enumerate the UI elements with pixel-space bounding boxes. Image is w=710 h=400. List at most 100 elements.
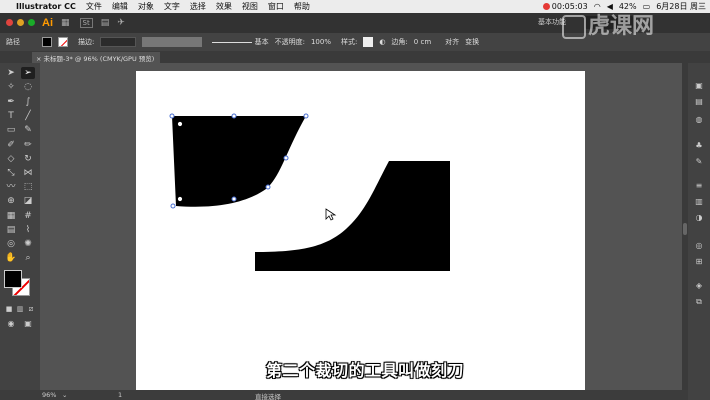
shape-top-left[interactable] (172, 116, 306, 207)
scale-icon[interactable]: ⤡ (4, 167, 18, 179)
recolor-icon[interactable]: ◐ (379, 38, 385, 46)
perspective-grid-icon[interactable]: ▦ (4, 210, 18, 222)
document-title: 未标题-3* @ 96% (CMYK/GPU 预览) (43, 55, 155, 63)
pen-tool-icon[interactable]: ✒ (4, 96, 18, 108)
stroke-label[interactable]: 描边: (78, 37, 94, 47)
direct-selection-tool-icon[interactable]: ➢ (21, 67, 35, 79)
arrange-documents-icon[interactable]: ▤ (101, 18, 110, 28)
menu-file[interactable]: 文件 (86, 1, 102, 12)
menu-select[interactable]: 选择 (190, 1, 206, 12)
fill-swatch[interactable] (42, 37, 52, 47)
eyedropper-icon[interactable]: ⌇ (21, 224, 35, 236)
type-tool-icon[interactable]: T (4, 110, 18, 122)
panel-dock: ▣ ▤ ◍ ♣ ✎ ≡ ▥ ◑ ◎ ⊞ ◈ ⧉ (688, 63, 710, 400)
hand-icon[interactable]: ✋ (4, 252, 18, 264)
opacity-field[interactable]: 100% (311, 38, 331, 46)
curvature-tool-icon[interactable]: ∫ (21, 96, 35, 108)
app-menu[interactable]: Illustrator CC (16, 2, 76, 11)
free-transform-icon[interactable]: ⬚ (21, 181, 35, 193)
eraser-icon[interactable]: ◇ (4, 153, 18, 165)
lasso-icon[interactable]: ◌ (21, 81, 35, 93)
align-link[interactable]: 对齐 (445, 37, 459, 47)
anchor-point[interactable] (169, 113, 175, 119)
color-icon[interactable]: ◍ (693, 115, 705, 125)
graphic-styles-icon[interactable]: ⊞ (693, 257, 705, 267)
zoom-icon[interactable]: ⌕ (21, 252, 35, 264)
anchor-point[interactable] (231, 196, 237, 202)
stock-button[interactable]: St (79, 18, 93, 28)
menu-edit[interactable]: 编辑 (112, 1, 128, 12)
gpu-performance-icon[interactable]: ✈ (117, 18, 125, 28)
artboards-icon[interactable]: ⧉ (693, 297, 705, 307)
style-label: 样式: (340, 38, 358, 46)
paintbrush-icon[interactable]: ✎ (21, 124, 35, 136)
anchor-point[interactable] (303, 113, 309, 119)
shape-builder-icon[interactable]: ⊕ (4, 195, 18, 207)
live-paint-icon[interactable]: ◪ (21, 195, 35, 207)
corner-field[interactable]: 0 cm (414, 38, 431, 46)
menu-effect[interactable]: 效果 (216, 1, 232, 12)
rotate-icon[interactable]: ↻ (21, 153, 35, 165)
menu-view[interactable]: 视图 (242, 1, 258, 12)
magic-wand-icon[interactable]: ✧ (4, 81, 18, 93)
anchor-point[interactable] (177, 121, 183, 127)
menu-help[interactable]: 帮助 (294, 1, 310, 12)
current-tool-name[interactable]: 直接选择 (255, 391, 281, 400)
screen-mode-icon[interactable]: ▣ (21, 318, 35, 330)
anchor-point[interactable] (177, 196, 183, 202)
brush-definition[interactable]: 基本 (212, 37, 269, 47)
stroke-swatch[interactable] (58, 37, 68, 47)
appearance-icon[interactable]: ◎ (693, 241, 705, 251)
artboard-number[interactable]: 1 (118, 391, 122, 399)
anchor-point[interactable] (170, 203, 176, 209)
selection-tool-icon[interactable]: ➤ (4, 67, 18, 79)
menu-type[interactable]: 文字 (164, 1, 180, 12)
shape-bottom-right[interactable] (255, 161, 450, 271)
transform-link[interactable]: 变换 (465, 37, 479, 47)
line-tool-icon[interactable]: ╱ (21, 110, 35, 122)
minimize-window-button[interactable] (17, 19, 24, 26)
menu-object[interactable]: 对象 (138, 1, 154, 12)
layers-icon[interactable]: ◈ (693, 281, 705, 291)
pencil-icon[interactable]: ✏ (21, 139, 35, 151)
symbol-sprayer-icon[interactable]: ✺ (21, 238, 35, 250)
record-icon (542, 3, 550, 10)
libraries-icon[interactable]: ▤ (693, 97, 705, 107)
brushes-icon[interactable]: ✎ (693, 157, 705, 167)
anchor-point[interactable] (283, 155, 289, 161)
artboard[interactable] (136, 71, 585, 390)
bridge-icon[interactable]: ▦ (61, 18, 70, 28)
gradient-icon[interactable]: ▤ (4, 224, 18, 236)
opacity-label[interactable]: 不透明度: (275, 37, 305, 47)
close-tab-icon[interactable]: × (36, 55, 41, 63)
anchor-point[interactable] (231, 113, 237, 119)
document-tab[interactable]: × 未标题-3* @ 96% (CMYK/GPU 预览) (32, 52, 161, 63)
none-mode-icon[interactable]: ⧄ (24, 303, 38, 315)
scrollbar-thumb[interactable] (683, 223, 687, 235)
graphic-style-swatch[interactable] (363, 37, 374, 47)
shaper-tool-icon[interactable]: ✐ (4, 139, 18, 151)
fill-color-box[interactable] (4, 270, 22, 288)
warp-icon[interactable]: 〰 (4, 181, 18, 193)
mesh-icon[interactable]: # (21, 210, 35, 222)
width-tool-icon[interactable]: ⋈ (21, 167, 35, 179)
zoom-window-button[interactable] (28, 19, 35, 26)
blend-icon[interactable]: ◎ (4, 238, 18, 250)
zoom-dropdown-icon[interactable]: ⌄ (62, 391, 67, 399)
close-window-button[interactable] (6, 19, 13, 26)
gradient-panel-icon[interactable]: ▥ (693, 197, 705, 207)
artwork (169, 113, 450, 271)
variable-width-profile[interactable] (142, 37, 203, 47)
stroke-weight-field[interactable] (100, 37, 137, 47)
draw-mode-icon[interactable]: ◉ (4, 318, 18, 330)
zoom-level[interactable]: 96% (42, 391, 56, 399)
canvas-area[interactable] (40, 63, 682, 390)
transparency-icon[interactable]: ◑ (693, 213, 705, 223)
symbols-icon[interactable]: ♣ (693, 141, 705, 151)
properties-icon[interactable]: ▣ (693, 81, 705, 91)
stroke-icon[interactable]: ≡ (693, 181, 705, 191)
rectangle-tool-icon[interactable]: ▭ (4, 124, 18, 136)
anchor-point[interactable] (265, 184, 271, 190)
menu-window[interactable]: 窗口 (268, 1, 284, 12)
brush-name: 基本 (254, 38, 269, 46)
